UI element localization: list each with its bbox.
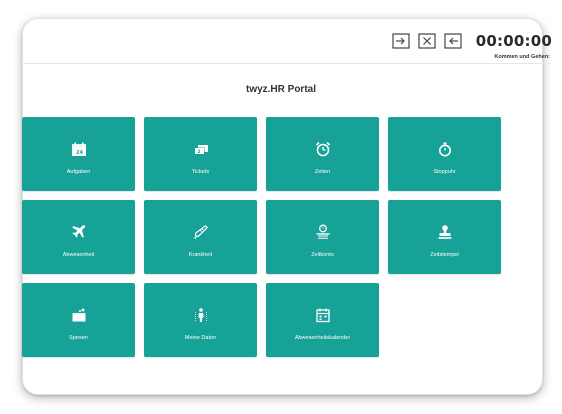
wallet-icon [71,307,87,323]
tile-label: Abwesenheit [62,252,95,258]
clock-out-icon [444,33,462,49]
tile-label: Meine Daten [184,335,217,341]
tile-label: Krankheit [188,252,213,258]
pause-button[interactable] [418,33,436,49]
tile-label: Zeiten [314,169,331,175]
tile-label: Stoppuhr [433,169,456,175]
stopwatch-icon [437,141,453,157]
tile-krankheit[interactable]: Krankheit [144,200,257,274]
page-title: twyz.HR Portal [245,84,316,95]
tile-aufgaben[interactable]: 24 Aufgaben [22,117,135,191]
header-divider [22,63,550,64]
tile-label: Zeitstempel [430,252,459,258]
clock-out-button[interactable] [444,33,462,49]
tile-label: Tickets [191,169,210,175]
tile-label: Spesen [69,335,88,341]
clock-in-button[interactable] [392,33,410,49]
person-icon [193,307,209,323]
clock-caption: Kommen und Gehen: [494,54,550,60]
tile-abwesenheit[interactable]: Abwesenheit [22,200,135,274]
calendar-24-icon: 24 [71,141,87,157]
time-tracking-bar: 00:00:00 [392,32,552,50]
svg-text:2: 2 [197,149,200,155]
tile-zeitkonto[interactable]: Zeitkonto [266,200,379,274]
time-account-icon [315,224,331,240]
svg-text:24: 24 [76,150,83,156]
thermometer-icon [193,224,209,240]
tile-stoppuhr[interactable]: Stoppuhr [388,117,501,191]
close-box-icon [418,33,436,49]
clock-in-icon [392,33,410,49]
work-timer: 00:00:00 [475,32,552,50]
tile-tickets[interactable]: 2 Tickets [144,117,257,191]
tickets-icon: 2 [193,141,209,157]
tile-abwesenheitskalender[interactable]: Abwesenheitskalender [266,283,379,357]
alarm-clock-icon [315,141,331,157]
tile-label: Zeitkonto [311,252,334,258]
tile-meine-daten[interactable]: Meine Daten [144,283,257,357]
tile-zeitstempel[interactable]: Zeitstempel [388,200,501,274]
tile-label: Aufgaben [66,169,91,175]
tile-zeiten[interactable]: Zeiten [266,117,379,191]
airplane-icon [71,224,87,240]
tile-label: Abwesenheitskalender [294,335,351,341]
stamp-icon [437,224,453,240]
absence-calendar-icon [315,307,331,323]
tile-spesen[interactable]: Spesen [22,283,135,357]
app-tile-grid: 24 Aufgaben 2 Tickets Zeiten Stoppuhr Ab… [22,117,501,357]
